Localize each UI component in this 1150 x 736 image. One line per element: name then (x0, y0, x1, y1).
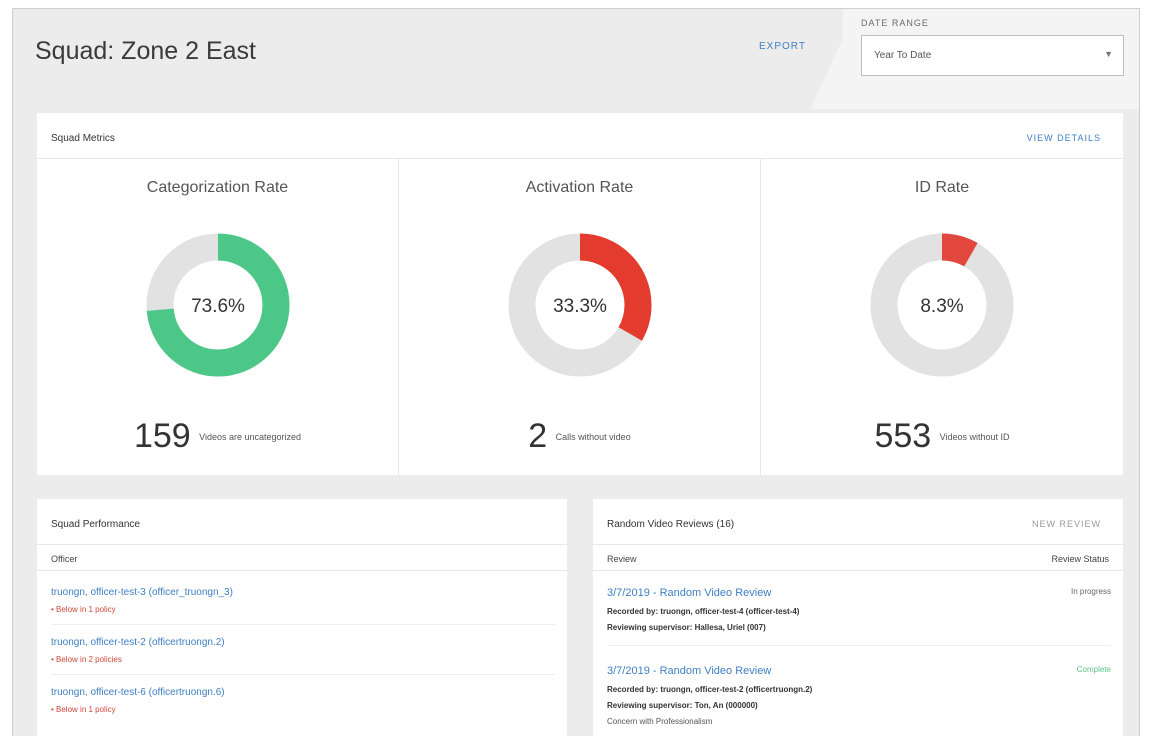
page-title: Squad: Zone 2 East (35, 37, 256, 65)
metric-title: Activation Rate (525, 179, 634, 196)
reviewing-supervisor: Reviewing supervisor: Hallesa, Uriel (00… (607, 623, 766, 632)
review-status: Complete (1076, 665, 1111, 674)
review-column-label: Review (607, 554, 637, 564)
new-review-button[interactable]: NEW REVIEW (1032, 519, 1101, 529)
random-video-reviews-card: Random Video Reviews (16) NEW REVIEW Rev… (593, 499, 1123, 736)
reviewing-supervisor: Reviewing supervisor: Ton, An (000000) (607, 701, 758, 710)
date-range-select[interactable]: Year To Date ▼ (861, 35, 1124, 76)
metric-activation-rate: Activation Rate 33.3% 2 Calls without vi… (399, 159, 761, 475)
export-button[interactable]: EXPORT (759, 41, 806, 52)
officer-link[interactable]: truongn, officer-test-3 (officer_truongn… (51, 587, 233, 598)
reviews-title: Random Video Reviews (16) (607, 519, 735, 530)
metric-footer: 553 Videos without ID (761, 417, 1123, 456)
chevron-down-icon: ▼ (1104, 49, 1113, 59)
metric-title: ID Rate (914, 179, 970, 196)
reviews-header: Random Video Reviews (16) NEW REVIEW (593, 499, 1123, 545)
officer-column-header: Officer (37, 545, 567, 571)
review-link[interactable]: 3/7/2019 - Random Video Review (607, 587, 771, 599)
squad-performance-header: Squad Performance (37, 499, 567, 545)
date-range-label: DATE RANGE (861, 18, 929, 28)
policy-status: • Below in 1 policy (51, 605, 116, 614)
view-details-link[interactable]: VIEW DETAILS (1027, 133, 1101, 143)
metric-title: Categorization Rate (146, 179, 289, 196)
row-divider (607, 645, 1111, 646)
activation-donut-chart: 33.3% (508, 233, 652, 377)
app-frame: Squad: Zone 2 East EXPORT DATE RANGE Yea… (12, 8, 1140, 736)
policy-status: • Below in 1 policy (51, 705, 116, 714)
squad-performance-title: Squad Performance (51, 519, 140, 530)
metric-count: 2 (528, 417, 548, 455)
metric-footer: 159 Videos are uncategorized (37, 417, 398, 456)
squad-metrics-title: Squad Metrics (51, 133, 115, 144)
officer-link[interactable]: truongn, officer-test-2 (officertruongn.… (51, 637, 225, 648)
review-note: Concern with Professionalism (607, 717, 713, 726)
metric-description: Videos are uncategorized (199, 431, 302, 442)
metric-categorization-rate: Categorization Rate 73.6% 159 Videos are… (37, 159, 399, 475)
review-link[interactable]: 3/7/2019 - Random Video Review (607, 665, 771, 677)
officer-column-label: Officer (51, 554, 78, 564)
officer-row: truongn, officer-test-2 (officertruongn.… (51, 625, 555, 675)
metric-id-rate: ID Rate 8.3% 553 Videos without ID (761, 159, 1123, 475)
squad-metrics-card: Squad Metrics VIEW DETAILS Categorizatio… (37, 113, 1123, 475)
donut-percent-label: 33.3% (553, 296, 607, 317)
recorded-by: Recorded by: truongn, officer-test-4 (of… (607, 607, 800, 616)
review-status: In progress (1070, 587, 1111, 596)
officer-link[interactable]: truongn, officer-test-6 (officertruongn.… (51, 687, 225, 698)
review-row: 3/7/2019 - Random Video Review In progre… (607, 587, 1111, 657)
officer-row: truongn, officer-test-3 (officer_truongn… (51, 575, 555, 625)
metric-description: Videos without ID (939, 431, 1010, 442)
officer-row: truongn, officer-test-6 (officertruongn.… (51, 675, 555, 725)
review-status-column-label: Review Status (1051, 554, 1109, 564)
donut-percent-label: 73.6% (191, 296, 245, 317)
review-row: 3/7/2019 - Random Video Review Complete … (607, 665, 1111, 736)
squad-performance-card: Squad Performance Officer truongn, offic… (37, 499, 567, 736)
metric-description: Calls without video (555, 431, 631, 442)
categorization-donut-chart: 73.6% (146, 233, 290, 377)
squad-metrics-header: Squad Metrics VIEW DETAILS (37, 113, 1123, 159)
id-rate-donut-chart: 8.3% (870, 233, 1014, 377)
metric-count: 553 (874, 417, 932, 455)
page-header: Squad: Zone 2 East EXPORT DATE RANGE Yea… (13, 9, 1139, 109)
policy-status: • Below in 2 policies (51, 655, 122, 664)
reviews-column-header: Review Review Status (593, 545, 1123, 571)
donut-percent-label: 8.3% (920, 296, 963, 317)
metric-count: 159 (133, 417, 191, 455)
recorded-by: Recorded by: truongn, officer-test-2 (of… (607, 685, 813, 694)
metric-footer: 2 Calls without video (399, 417, 760, 456)
date-range-value: Year To Date (874, 50, 932, 61)
